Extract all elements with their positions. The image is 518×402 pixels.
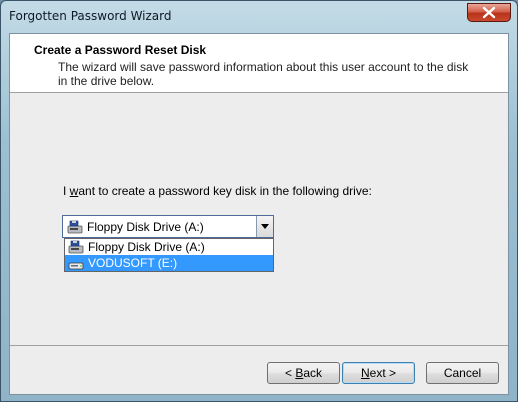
close-button[interactable]	[467, 3, 511, 22]
drive-select-value: Floppy Disk Drive (A:)	[87, 220, 204, 234]
cancel-button[interactable]: Cancel	[426, 362, 499, 384]
page-description: The wizard will save password informatio…	[58, 60, 469, 88]
window-title: Forgotten Password Wizard	[9, 9, 172, 23]
dropdown-option-label: Floppy Disk Drive (A:)	[88, 240, 205, 254]
back-button[interactable]: < Back	[267, 362, 340, 384]
dropdown-option-label: VODUSOFT (E:)	[88, 256, 178, 270]
next-button[interactable]: Next >	[342, 362, 415, 384]
wizard-header: Create a Password Reset Disk The wizard …	[10, 34, 508, 93]
drive-prompt-label: I want to create a password key disk in …	[63, 184, 372, 198]
removable-drive-icon	[68, 262, 84, 270]
dropdown-option-floppy[interactable]: Floppy Disk Drive (A:)	[65, 239, 273, 255]
wizard-content: Create a Password Reset Disk The wizard …	[9, 33, 509, 395]
floppy-drive-icon	[68, 240, 84, 254]
footer-divider	[10, 345, 508, 346]
drive-select[interactable]: Floppy Disk Drive (A:)	[62, 215, 274, 238]
floppy-drive-icon	[67, 220, 83, 234]
title-bar[interactable]: Forgotten Password Wizard	[1, 1, 517, 33]
dropdown-option-vodusoft[interactable]: VODUSOFT (E:)	[65, 255, 273, 271]
drive-dropdown-list: Floppy Disk Drive (A:) VODUSOFT (E:)	[64, 238, 274, 272]
dropdown-arrow-button[interactable]	[256, 216, 273, 237]
chevron-down-icon	[261, 224, 269, 229]
close-icon	[482, 6, 496, 19]
wizard-window: Forgotten Password Wizard Create a Passw…	[0, 0, 518, 402]
page-title: Create a Password Reset Disk	[34, 43, 207, 57]
